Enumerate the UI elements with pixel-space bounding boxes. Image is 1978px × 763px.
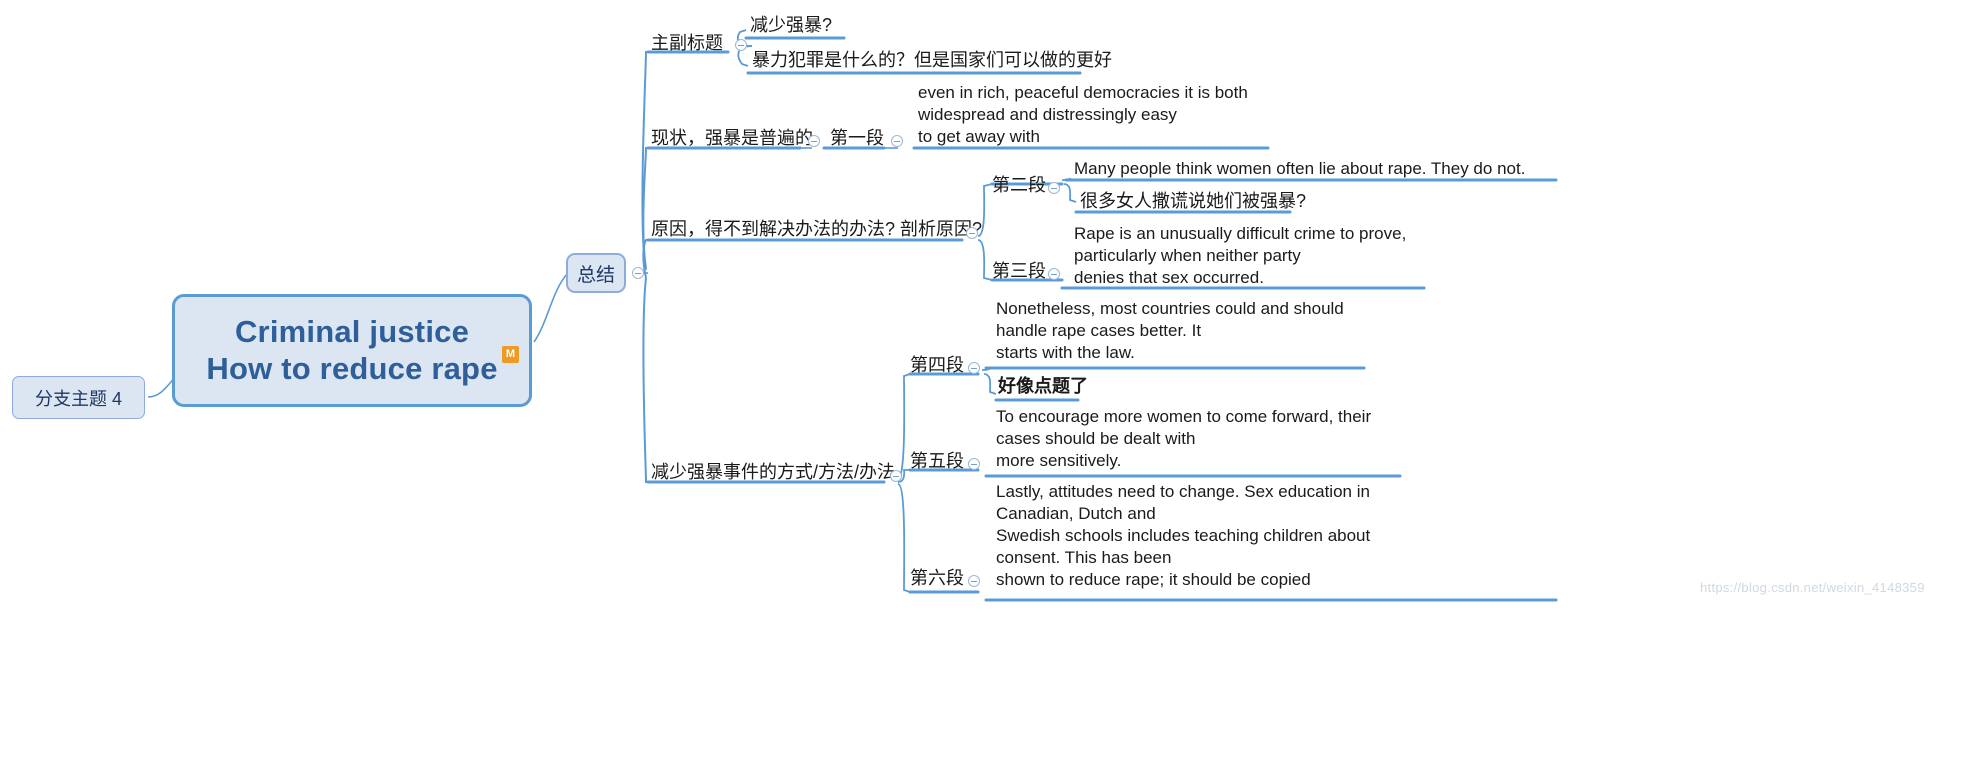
branch-2-child-1-line-3[interactable]: to get away with [918,125,1040,149]
side-topic-node[interactable]: 分支主题 4 [12,376,145,419]
collapse-toggle-para-3[interactable] [1048,268,1060,280]
branch-label-3[interactable]: 原因，得不到解决办法的办法? 剖析原因? [651,217,982,241]
branch-2-child-1-line-2[interactable]: widespread and distressingly easy [918,103,1177,127]
branch-3-child-2-line-2[interactable]: particularly when neither party [1074,244,1301,268]
branch-3-child-2-line-1[interactable]: Rape is an unusually difficult crime to … [1074,222,1406,246]
branch-2-child-1-label[interactable]: 第一段 [830,126,884,150]
branch-4-child-2-line-2[interactable]: cases should be dealt with [996,427,1195,451]
root-title-line2: How to reduce rape [206,350,498,386]
branch-1-child-2-line-1[interactable]: 暴力犯罪是什么的？但是国家们可以做的更好 [752,48,1112,72]
mindmap-canvas: Criminal justice How to reduce rape M 分支… [0,0,1978,763]
root-title-line1: Criminal justice [234,313,470,349]
branch-4-child-1-line-3[interactable]: starts with the law. [996,341,1135,365]
branch-4-child-2-label[interactable]: 第五段 [910,449,964,473]
collapse-toggle-branch-4[interactable] [890,470,902,482]
collapse-toggle-branch-3[interactable] [966,227,978,239]
collapse-toggle-para-5[interactable] [968,458,980,470]
collapse-toggle-branch-1[interactable] [735,39,747,51]
branch-4-child-1-line-1[interactable]: Nonetheless, most countries could and sh… [996,297,1344,321]
collapse-toggle-branch-2[interactable] [808,135,820,147]
branch-label-4[interactable]: 减少强暴事件的方式/方法/办法 [651,460,895,484]
branch-4-child-2-line-1[interactable]: To encourage more women to come forward,… [996,405,1371,429]
branch-4-child-2-line-3[interactable]: more sensitively. [996,449,1121,473]
branch-3-child-1-sub-1[interactable]: 很多女人撒谎说她们被强暴? [1080,189,1306,213]
collapse-toggle-para-4[interactable] [968,362,980,374]
branch-4-child-3-line-1[interactable]: Lastly, attitudes need to change. Sex ed… [996,480,1370,504]
branch-4-child-3-line-5[interactable]: shown to reduce rape; it should be copie… [996,568,1311,592]
marker-badge-icon[interactable]: M [502,346,519,363]
collapse-toggle-para-2[interactable] [1048,182,1060,194]
branch-3-child-1-line-1[interactable]: Many people think women often lie about … [1074,157,1525,181]
branch-3-child-2-line-3[interactable]: denies that sex occurred. [1074,266,1264,290]
branch-4-child-3-line-2[interactable]: Canadian, Dutch and [996,502,1156,526]
collapse-toggle-para-6[interactable] [968,575,980,587]
branch-4-child-3-label[interactable]: 第六段 [910,566,964,590]
collapse-toggle-summary[interactable] [632,267,644,279]
branch-4-child-3-line-4[interactable]: consent. This has been [996,546,1171,570]
branch-2-child-1-line-1[interactable]: even in rich, peaceful democracies it is… [918,81,1248,105]
watermark-text: https://blog.csdn.net/weixin_4148359 [1700,580,1925,595]
branch-4-child-3-line-3[interactable]: Swedish schools includes teaching childr… [996,524,1370,548]
branch-3-child-1-label[interactable]: 第二段 [992,173,1046,197]
collapse-toggle-para-1[interactable] [891,135,903,147]
branch-4-child-1-sub-1[interactable]: 好像点题了 [998,374,1088,398]
branch-1-child-1-line-1[interactable]: 减少强暴? [750,13,832,37]
summary-node[interactable]: 总结 [566,253,626,293]
branch-label-2[interactable]: 现状，强暴是普遍的 [651,126,813,150]
branch-label-1[interactable]: 主副标题 [651,31,723,55]
branch-4-child-1-label[interactable]: 第四段 [910,353,964,377]
branch-4-child-1-line-2[interactable]: handle rape cases better. It [996,319,1201,343]
branch-3-child-2-label[interactable]: 第三段 [992,259,1046,283]
root-node[interactable]: Criminal justice How to reduce rape M [172,294,532,407]
